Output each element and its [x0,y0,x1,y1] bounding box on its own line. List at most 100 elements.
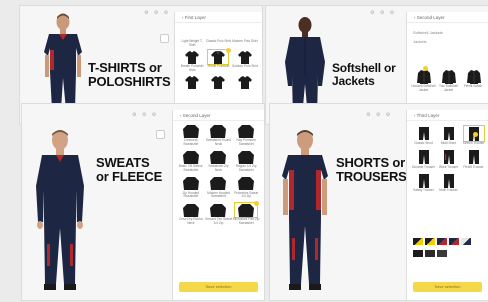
sweatshirt-icon [238,177,255,191]
product-tile[interactable]: Light Weight T-Shirt [179,28,205,47]
product-tile[interactable]: Safety Trouser [411,173,436,193]
save-selection-button[interactable]: Save selection [179,282,258,292]
heading-line: Softshell or [332,61,396,75]
softshell-heading: Softshell or Jackets [332,62,396,87]
product-tile[interactable]: Protective Sweat 1/4 Zip [232,177,260,199]
worker-model-sweat [36,130,84,290]
tshirt-icon [211,76,226,90]
toolbar-icons[interactable]: ⚙ ⚙ ⚙ [366,112,392,118]
selected-indicator [423,66,428,71]
product-label: Flexfit Poloshirt [207,64,230,69]
swatch[interactable] [437,250,447,257]
product-tile[interactable]: Modern Polo Shirt [232,28,258,47]
product-tile-selected[interactable]: Flexfit Poloshirt [205,48,231,72]
product-label: Classic Short [414,141,433,145]
product-tile[interactable]: Crewneck Sweatshirt [177,124,205,146]
sidebar-title[interactable]: ‹ Second Layer [407,12,488,23]
toolbar-icons[interactable]: ⚙ ⚙ ⚙ [370,10,396,16]
color-swatches [413,238,471,245]
heading-line: Jackets [332,73,375,88]
product-tile[interactable]: Two Softshell Jacket [436,70,461,92]
swatch[interactable] [413,250,423,257]
sidebar-title[interactable]: ‹ Third Layer [407,110,488,121]
product-label: Durable Trouser [412,164,435,169]
shorts-icon [443,127,454,140]
save-selection-button[interactable]: Save selection [413,282,482,292]
product-label: Flexfit Softsh. [463,84,484,88]
category-jackets[interactable]: Jackets [413,39,427,44]
trousers-icon [418,173,429,188]
product-tile[interactable]: Nay Premium Sweatshirt [232,124,260,146]
product-label: Nay Premium Sweatshirt [236,138,256,146]
tshirt-icon [237,76,252,90]
collage: ⚙ ⚙ ⚙ T-SHIRTS or POLOSHIRTS ‹ First Lay… [0,0,488,302]
product-tile[interactable]: Multi Short [436,126,461,146]
swatch[interactable] [425,238,435,245]
product-label: Stretch Trouser [462,141,485,145]
sidebar-title[interactable]: ‹ Second Layer [173,110,264,121]
product-label: Sweatshirt Round Neck [205,138,232,146]
product-tile[interactable]: Durable Trouser [411,150,436,170]
product-label: Two Softshell Jacket [439,84,458,92]
selected-indicator [225,48,231,54]
product-tile[interactable]: Outdoor Polo Shirt [232,50,258,72]
selected-indicator [473,132,478,137]
product-grid: Hooded Softshell Jacket Two Softshell Ja… [411,70,486,92]
product-label: Hooded Softshell Jacket [411,84,436,92]
tool-button[interactable] [160,34,169,43]
product-tile[interactable]: Modern Hooded Sweatshirt [205,177,233,199]
tshirt-icon [237,50,252,64]
product-tile[interactable]: Raglan 1/4 Zip Sweatshirt [232,150,260,172]
sweatshirt-icon [182,203,199,217]
category-softshell[interactable]: Softshell Jackets [413,30,443,35]
swatch[interactable] [425,250,435,257]
product-tile-selected[interactable]: Microshell Flex Zip Sweatshirt [232,201,260,225]
product-tile[interactable]: Crew Dry Round Neck [177,203,205,225]
product-tile[interactable] [205,76,231,90]
product-label: Flexfit Trouser [463,164,484,169]
product-tile[interactable]: Sweatshirt Round Neck [205,124,233,146]
tshirts-heading: T-SHIRTS or POLOSHIRTS [88,61,171,88]
product-tile[interactable]: Multi Trouser [436,173,461,193]
product-tile[interactable]: Second Tier Sweat 1/4 Zip [205,203,233,225]
product-tile[interactable]: Zip Hooded Sweatshirt [177,177,205,199]
product-tile[interactable]: Flexfit Trouser [461,150,486,170]
color-swatches [413,250,447,257]
product-label: Safety Trouser [413,188,434,193]
trousers-icon [443,150,454,165]
product-tile[interactable]: Classic Short [411,126,436,146]
swatch[interactable] [413,238,423,245]
product-tile[interactable]: Flexfit Softsh. [461,70,486,92]
worker-model-trousers [282,130,328,290]
product-tile[interactable]: Sweatshirt Zip Neck [205,150,233,172]
toolbar-icons[interactable]: ⚙ ⚙ ⚙ [132,112,158,118]
swatch[interactable] [449,238,459,245]
sweats-sidebar: ‹ Second Layer Crewneck Sweatshirt Sweat… [172,110,264,300]
sweatshirt-icon [182,150,199,164]
toolbar-icons[interactable]: ⚙ ⚙ ⚙ [144,10,170,16]
product-tile[interactable] [179,76,205,90]
product-label: Zip Hooded Sweatshirt [182,190,200,199]
product-tile[interactable]: Classic Polo Shirt [205,28,231,47]
panel-shorts: ⚙ ⚙ ⚙ SHORTS or TROUSERS ‹ Third Layer C… [270,104,488,300]
product-tile[interactable]: Hooded Softshell Jacket [411,70,436,92]
trousers-icon [418,150,429,165]
product-label: Protective Sweat 1/4 Zip [234,190,259,199]
sidebar-title[interactable]: ‹ First Layer [175,12,262,23]
product-label: Classic Polo Shirt [206,39,231,43]
product-tile[interactable]: Basic 7/8 Sleeve Sweatshirt [177,150,205,172]
product-tile[interactable] [232,76,258,90]
swatch[interactable] [461,238,471,245]
product-label: Multi Trouser [439,188,458,193]
trousers-icon [468,150,479,165]
product-tile[interactable]: Breath Poloshirt Hivis [179,50,205,72]
product-grid: Crewneck Sweatshirt Sweatshirt Round Nec… [177,124,260,225]
product-label: Crewneck Sweatshirt [183,138,199,146]
product-label: Basic 7/8 Sleeve Sweatshirt [178,164,203,173]
polo-shirt-icon [211,50,226,64]
heading-line: SHORTS or [336,155,405,170]
product-tile[interactable]: Work Trouser [436,150,461,170]
tool-button[interactable] [156,130,165,139]
sweatshirt-icon [210,124,227,138]
swatch[interactable] [437,238,447,245]
